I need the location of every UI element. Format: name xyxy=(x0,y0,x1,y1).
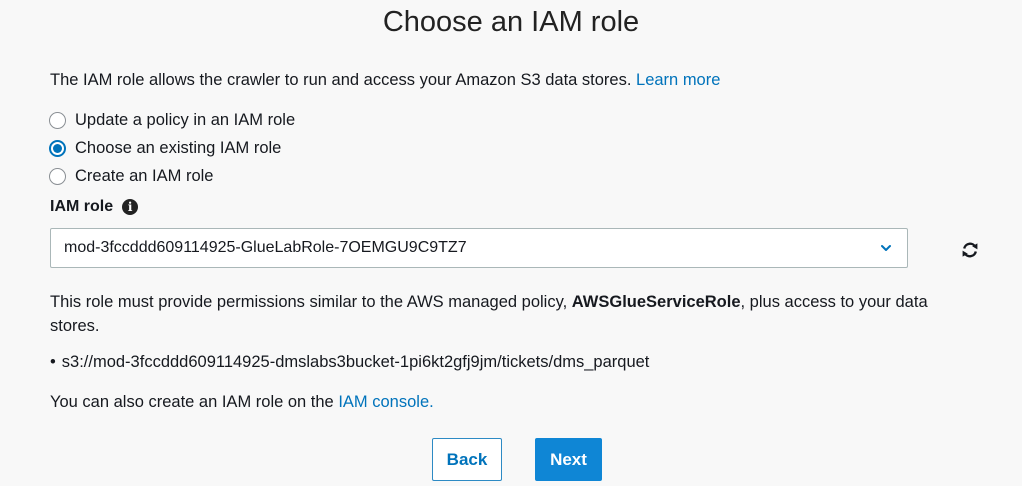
info-icon[interactable]: i xyxy=(122,199,139,215)
iam-role-label: IAM role i xyxy=(50,198,139,216)
option-label: Update a policy in an IAM role xyxy=(75,110,296,129)
option-label: Create an IAM role xyxy=(75,166,214,185)
bullet-icon: • xyxy=(50,353,56,371)
description-text: The IAM role allows the crawler to run a… xyxy=(50,71,637,89)
back-button[interactable]: Back xyxy=(432,438,502,481)
radio-update-policy[interactable] xyxy=(49,111,66,129)
role-options: Update a policy in an IAM role Choose an… xyxy=(49,106,295,190)
option-create-role[interactable]: Create an IAM role xyxy=(49,162,295,190)
radio-choose-existing[interactable] xyxy=(49,139,66,157)
iam-console-link[interactable]: IAM console. xyxy=(338,393,433,411)
iam-role-label-text: IAM role xyxy=(50,198,114,215)
data-store-path: s3://mod-3fccddd609114925-dmslabs3bucket… xyxy=(61,353,650,371)
permissions-before: This role must provide permissions simil… xyxy=(50,293,572,311)
refresh-icon[interactable] xyxy=(961,241,979,259)
iam-role-select[interactable]: mod-3fccddd609114925-GlueLabRole-7OEMGU9… xyxy=(50,228,908,268)
permissions-note: This role must provide permissions simil… xyxy=(50,290,980,338)
data-store-item: • s3://mod-3fccddd609114925-dmslabs3bucke… xyxy=(50,350,649,374)
page-title: Choose an IAM role xyxy=(382,6,640,38)
policy-name: AWSGlueServiceRole xyxy=(571,293,741,311)
learn-more-link[interactable]: Learn more xyxy=(636,71,720,89)
next-button[interactable]: Next xyxy=(535,438,602,481)
option-update-policy[interactable]: Update a policy in an IAM role xyxy=(49,106,295,134)
console-text: You can also create an IAM role on the xyxy=(50,393,339,411)
description: The IAM role allows the crawler to run a… xyxy=(50,68,720,92)
chevron-down-icon xyxy=(881,245,891,251)
console-note: You can also create an IAM role on the I… xyxy=(50,390,434,414)
radio-create-role[interactable] xyxy=(49,167,66,185)
option-label: Choose an existing IAM role xyxy=(75,138,282,157)
iam-role-value: mod-3fccddd609114925-GlueLabRole-7OEMGU9… xyxy=(64,239,467,256)
option-choose-existing[interactable]: Choose an existing IAM role xyxy=(49,134,295,162)
